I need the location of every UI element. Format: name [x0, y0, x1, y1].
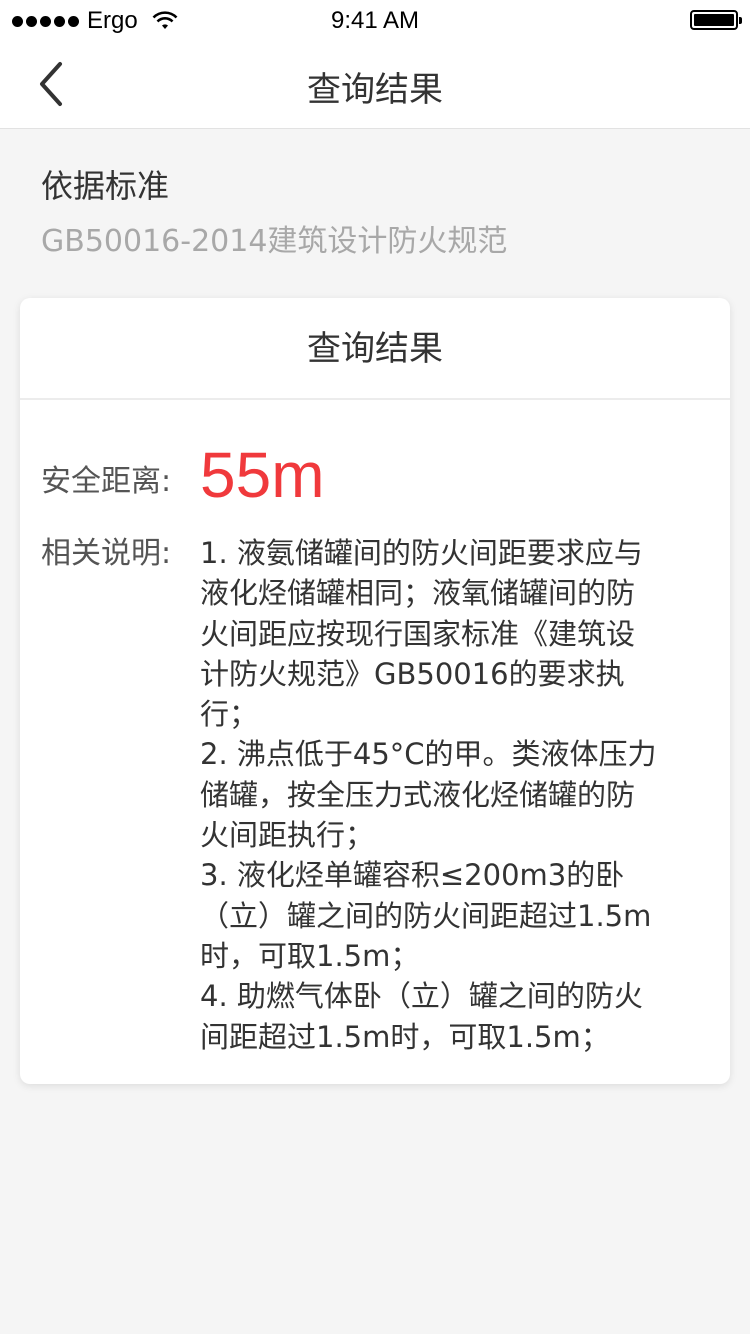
description-line: 行； — [200, 697, 259, 732]
description-line: 间距超过1.5m时，可取1.5m； — [200, 1019, 610, 1054]
description-line: 2. 沸点低于45°C的甲。类液体压力 — [200, 737, 657, 772]
description-line: 火间距执行； — [200, 818, 375, 853]
result-card-title: 查询结果 — [20, 298, 730, 400]
result-card: 查询结果 安全距离: 55m 相关说明: 1. 液氨储罐间的防火间距要求应与 液… — [20, 298, 730, 1084]
description-line: 3. 液化烃单罐容积≤200m3的卧 — [200, 858, 625, 893]
status-time: 9:41 AM — [330, 7, 420, 34]
status-bar: Ergo 9:41 AM — [0, 0, 750, 40]
standard-basis-section: 依据标准 GB50016-2014建筑设计防火规范 — [41, 164, 721, 264]
description-line: 储罐，按全压力式液化烃储罐的防 — [200, 777, 636, 812]
description-line: 计防火规范》GB50016的要求执 — [200, 656, 625, 691]
description-label: 相关说明: — [41, 536, 172, 571]
safe-distance-value: 55m — [200, 439, 325, 511]
description-line: 时，可取1.5m； — [200, 938, 420, 973]
description-line: 液化烃储罐相同；液氧储罐间的防 — [200, 576, 636, 611]
page-title: 查询结果 — [307, 70, 443, 110]
battery-icon — [690, 10, 742, 30]
description-line: （立）罐之间的防火间距超过1.5m — [200, 898, 652, 933]
battery-fill — [694, 14, 734, 26]
nav-bar: 查询结果 — [0, 40, 750, 129]
safe-distance-label: 安全距离: — [41, 464, 172, 499]
standard-basis-value: GB50016-2014建筑设计防火规范 — [41, 224, 508, 259]
description-line: 火间距应按现行国家标准《建筑设 — [200, 616, 636, 651]
description-line: 4. 助燃气体卧（立）罐之间的防火 — [200, 979, 643, 1014]
description-text: 1. 液氨储罐间的防火间距要求应与 液化烃储罐相同；液氧储罐间的防 火间距应按现… — [200, 533, 700, 1057]
standard-basis-label: 依据标准 — [41, 167, 170, 205]
description-line: 1. 液氨储罐间的防火间距要求应与 — [200, 536, 643, 570]
